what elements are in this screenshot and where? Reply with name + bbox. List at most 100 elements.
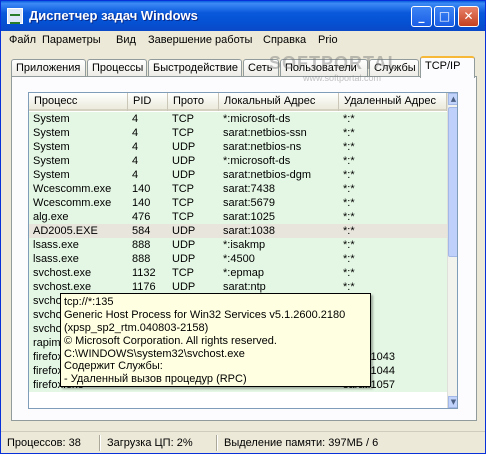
table-row[interactable]: lsass.exe 888 UDP *:4500 *:* xyxy=(29,252,447,266)
pid-cell: 140 xyxy=(132,183,151,195)
menu-file[interactable]: Файл xyxy=(9,34,36,46)
remote-address-cell: *:* xyxy=(343,225,355,237)
table-row[interactable]: alg.exe 476 TCP sarat:1025 *:* xyxy=(29,210,447,224)
process-cell: lsass.exe xyxy=(33,239,79,251)
remote-address-cell: *:* xyxy=(343,141,355,153)
tab-users[interactable]: Пользователи xyxy=(280,59,368,77)
local-address-cell: *:4500 xyxy=(223,253,255,265)
tab-performance[interactable]: Быстродействие xyxy=(148,59,242,77)
pid-cell: 888 xyxy=(132,239,151,251)
protocol-cell: TCP xyxy=(172,211,194,223)
tab-tcpip[interactable]: TCP/IP xyxy=(420,56,475,78)
protocol-cell: UDP xyxy=(172,169,196,181)
remote-address-cell: *:* xyxy=(343,197,355,209)
table-row[interactable]: Wcescomm.exe 140 TCP sarat:7438 *:* xyxy=(29,182,447,196)
process-cell: alg.exe xyxy=(33,211,69,223)
menu-bar: Файл Параметры Вид Завершение работы Спр… xyxy=(1,31,485,50)
pid-cell: 4 xyxy=(132,141,139,153)
table-row[interactable]: System 4 UDP sarat:netbios-dgm *:* xyxy=(29,168,447,182)
protocol-cell: UDP xyxy=(172,239,196,251)
status-divider xyxy=(216,435,218,451)
pid-cell: 4 xyxy=(132,127,139,139)
column-header-pid[interactable]: PID xyxy=(128,93,168,111)
menu-options[interactable]: Параметры xyxy=(42,34,101,46)
column-header-local-address[interactable]: Локальный Адрес xyxy=(219,93,339,111)
menu-view[interactable]: Вид xyxy=(116,34,136,46)
remote-address-cell: *:* xyxy=(343,253,355,265)
tab-network[interactable]: Сеть xyxy=(243,59,279,77)
local-address-cell: *:epmap xyxy=(223,267,264,279)
title-bar[interactable]: Диспетчер задач Windows _ □ ✕ xyxy=(1,1,485,31)
protocol-cell: TCP xyxy=(172,127,194,139)
protocol-cell: UDP xyxy=(172,281,196,293)
protocol-cell: TCP xyxy=(172,183,194,195)
tooltip-line: © Microsoft Corporation. All rights rese… xyxy=(64,334,277,347)
table-row[interactable]: System 4 TCP *:microsoft-ds *:* xyxy=(29,112,447,126)
tooltip-line: (xpsp_sp2_rtm.040803-2158) xyxy=(64,321,209,334)
column-header-protocol[interactable]: Прото xyxy=(168,93,219,111)
table-row[interactable]: svchost.exe 1176 UDP sarat:ntp *:* xyxy=(29,280,447,294)
remote-address-cell: *:* xyxy=(343,267,355,279)
local-address-cell: sarat:netbios-ssn xyxy=(223,127,307,139)
tab-services[interactable]: Службы xyxy=(369,59,419,77)
table-row[interactable]: Wcescomm.exe 140 TCP sarat:5679 *:* xyxy=(29,196,447,210)
task-manager-window: Диспетчер задач Windows _ □ ✕ Файл Парам… xyxy=(0,0,486,454)
process-cell: System xyxy=(33,141,70,153)
tooltip-line: - Удаленный вызов процедур (RPC) xyxy=(64,373,247,386)
table-row[interactable]: svchost.exe 1132 TCP *:epmap *:* xyxy=(29,266,447,280)
maximize-button[interactable]: □ xyxy=(434,6,455,27)
tab-strip: Приложения Процессы Быстродействие Сеть … xyxy=(11,56,477,78)
scroll-down-arrow-icon[interactable]: ▼ xyxy=(448,396,457,408)
local-address-cell: sarat:netbios-ns xyxy=(223,141,302,153)
table-row[interactable]: System 4 UDP sarat:netbios-ns *:* xyxy=(29,140,447,154)
tooltip-line: tcp://*:135 xyxy=(64,296,114,308)
remote-address-cell: *:* xyxy=(343,211,355,223)
pid-cell: 4 xyxy=(132,155,139,167)
pid-cell: 140 xyxy=(132,197,151,209)
local-address-cell: sarat:7438 xyxy=(223,183,275,195)
remote-address-cell: *:* xyxy=(343,113,355,125)
remote-address-cell: *:* xyxy=(343,281,355,293)
process-cell: AD2005.EXE xyxy=(33,225,98,237)
remote-address-cell: *:* xyxy=(343,169,355,181)
tab-applications[interactable]: Приложения xyxy=(11,59,86,77)
local-address-cell: sarat:5679 xyxy=(223,197,275,209)
local-address-cell: sarat:1038 xyxy=(223,225,275,237)
table-row[interactable]: System 4 TCP sarat:netbios-ssn *:* xyxy=(29,126,447,140)
protocol-cell: UDP xyxy=(172,155,196,167)
menu-help[interactable]: Справка xyxy=(263,34,306,46)
pid-cell: 1176 xyxy=(132,281,156,293)
protocol-cell: UDP xyxy=(172,225,196,237)
table-row[interactable]: AD2005.EXE 584 UDP sarat:1038 *:* xyxy=(29,224,447,238)
status-memory: Выделение памяти: 397МБ / 6 xyxy=(224,437,379,449)
table-row[interactable]: lsass.exe 888 UDP *:isakmp *:* xyxy=(29,238,447,252)
protocol-cell: UDP xyxy=(172,253,196,265)
column-header-process[interactable]: Процесс xyxy=(29,93,128,111)
protocol-cell: TCP xyxy=(172,197,194,209)
protocol-cell: TCP xyxy=(172,113,194,125)
menu-prio[interactable]: Prio xyxy=(318,34,338,46)
menu-shutdown[interactable]: Завершение работы xyxy=(148,34,252,46)
column-header-remote-address[interactable]: Удаленный Адрес xyxy=(339,93,447,111)
process-cell: System xyxy=(33,127,70,139)
local-address-cell: sarat:ntp xyxy=(223,281,266,293)
tooltip-line: Содержит Службы: xyxy=(64,360,163,373)
scroll-up-arrow-icon[interactable]: ▲ xyxy=(448,93,457,105)
pid-cell: 4 xyxy=(132,169,139,181)
status-cpu-load: Загрузка ЦП: 2% xyxy=(107,437,193,449)
remote-address-cell: *:* xyxy=(343,155,355,167)
close-button[interactable]: ✕ xyxy=(458,6,479,27)
minimize-button[interactable]: _ xyxy=(411,6,432,27)
table-row[interactable]: System 4 UDP *:microsoft-ds *:* xyxy=(29,154,447,168)
process-cell: svchost.exe xyxy=(33,281,92,293)
process-cell: svchost.exe xyxy=(33,267,92,279)
local-address-cell: sarat:1025 xyxy=(223,211,275,223)
local-address-cell: *:microsoft-ds xyxy=(223,155,291,167)
process-cell: lsass.exe xyxy=(33,253,79,265)
vertical-scrollbar[interactable]: ▲ ▼ xyxy=(447,93,457,408)
table-header: Процесс PID Прото Локальный Адрес Удален… xyxy=(29,93,447,111)
process-cell: Wcescomm.exe xyxy=(33,183,112,195)
process-cell: System xyxy=(33,169,70,181)
scroll-thumb[interactable] xyxy=(448,107,457,257)
tab-processes[interactable]: Процессы xyxy=(87,59,147,77)
